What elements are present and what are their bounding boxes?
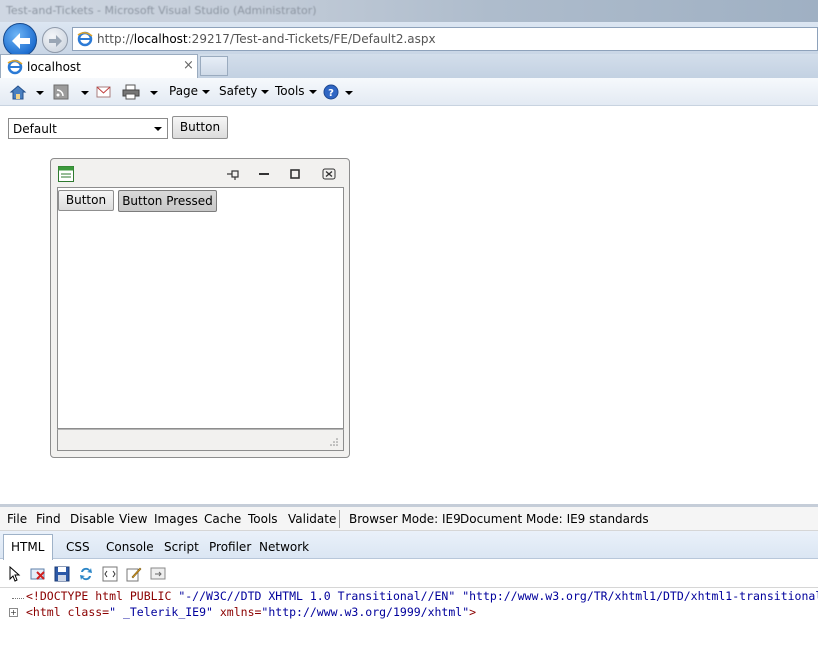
devtools-toolbar bbox=[0, 560, 818, 588]
safety-menu[interactable]: Safety bbox=[219, 84, 270, 98]
window-button[interactable]: Button bbox=[58, 190, 114, 211]
devtools-menu-validate[interactable]: Validate bbox=[288, 512, 336, 526]
page-menu[interactable]: Page bbox=[169, 84, 211, 98]
devtools-menu-find[interactable]: Find bbox=[36, 512, 61, 526]
window-content bbox=[57, 187, 344, 429]
page-button[interactable]: Button bbox=[172, 116, 228, 139]
tab-close-icon[interactable]: × bbox=[183, 58, 194, 73]
html-element-line[interactable]: <html class=" _Telerik_IE9" xmlns="http:… bbox=[26, 605, 476, 619]
doctype-line[interactable]: <!DOCTYPE html PUBLIC "-//W3C//DTD XHTML… bbox=[26, 589, 818, 603]
devtools-tab-css[interactable]: CSS bbox=[66, 540, 90, 554]
devtools-tab-html[interactable]: HTML bbox=[11, 540, 44, 554]
new-tab-button[interactable] bbox=[200, 56, 228, 76]
tools-menu[interactable]: Tools bbox=[275, 84, 317, 98]
window-button-pressed[interactable]: Button Pressed bbox=[118, 190, 217, 212]
devtools-menu-divider bbox=[339, 510, 340, 528]
window-status-bar bbox=[57, 429, 344, 451]
devtools-menu-file[interactable]: File bbox=[7, 512, 27, 526]
home-dropdown-caret[interactable] bbox=[36, 91, 44, 95]
devtools-tab-profiler[interactable]: Profiler bbox=[209, 540, 251, 554]
skin-select-value: Default bbox=[13, 122, 57, 136]
chevron-down-icon bbox=[154, 127, 162, 131]
window-icon bbox=[58, 166, 74, 182]
tree-connector bbox=[12, 598, 24, 599]
devtools-menu-images[interactable]: Images bbox=[154, 512, 198, 526]
pin-icon[interactable] bbox=[226, 168, 240, 180]
devtools-tab-console[interactable]: Console bbox=[106, 540, 154, 554]
skin-select[interactable]: Default bbox=[8, 118, 168, 139]
tab-localhost[interactable]: localhost × bbox=[0, 54, 198, 78]
read-mail-icon[interactable] bbox=[95, 84, 113, 100]
address-url[interactable]: http://localhost:29217/Test-and-Tickets/… bbox=[97, 32, 436, 46]
forward-arrow-icon bbox=[49, 35, 62, 47]
print-icon[interactable] bbox=[122, 84, 140, 100]
minimize-icon[interactable] bbox=[257, 168, 271, 180]
word-wrap-icon[interactable] bbox=[102, 566, 118, 582]
window-title: Test-and-Tickets - Microsoft Visual Stud… bbox=[6, 4, 317, 17]
home-icon[interactable] bbox=[9, 84, 27, 100]
devtools-menu-disable[interactable]: Disable bbox=[70, 512, 115, 526]
help-icon[interactable]: ? bbox=[323, 84, 341, 100]
feed-dropdown-caret[interactable] bbox=[81, 91, 89, 95]
forward-button[interactable] bbox=[42, 27, 68, 53]
dom-view-icon[interactable] bbox=[150, 566, 166, 582]
edit-icon[interactable] bbox=[126, 566, 142, 582]
browser-mode-selector[interactable]: Browser Mode: IE9 bbox=[349, 512, 461, 526]
select-element-cursor-icon[interactable] bbox=[7, 566, 23, 582]
refresh-icon[interactable] bbox=[78, 566, 94, 582]
address-bar[interactable]: http://localhost:29217/Test-and-Tickets/… bbox=[72, 27, 818, 51]
ie-page-icon bbox=[77, 31, 93, 47]
clear-browser-icon[interactable] bbox=[30, 566, 46, 582]
devtools-menu-cache[interactable]: Cache bbox=[204, 512, 241, 526]
devtools-menu-tools[interactable]: Tools bbox=[248, 512, 278, 526]
print-dropdown-caret[interactable] bbox=[150, 91, 158, 95]
resize-grip-icon[interactable] bbox=[329, 437, 339, 447]
maximize-icon[interactable] bbox=[288, 168, 302, 180]
devtools-tab-network[interactable]: Network bbox=[259, 540, 309, 554]
ie-tab-icon bbox=[7, 59, 23, 75]
document-mode-selector[interactable]: Document Mode: IE9 standards bbox=[460, 512, 649, 526]
back-arrow-icon bbox=[12, 33, 30, 49]
devtools-menu-view[interactable]: View bbox=[119, 512, 147, 526]
rss-feed-icon[interactable] bbox=[53, 84, 71, 100]
save-icon[interactable] bbox=[54, 566, 70, 582]
svg-text:?: ? bbox=[328, 88, 334, 99]
tab-label: localhost bbox=[27, 60, 81, 74]
close-icon[interactable] bbox=[322, 168, 336, 180]
back-button[interactable] bbox=[3, 23, 37, 57]
expand-node-icon[interactable]: + bbox=[9, 608, 18, 617]
window-title-bar: Test-and-Tickets - Microsoft Visual Stud… bbox=[0, 0, 818, 24]
html-source-tree: <!DOCTYPE html PUBLIC "-//W3C//DTD XHTML… bbox=[0, 588, 818, 647]
help-dropdown-caret[interactable] bbox=[345, 91, 353, 95]
devtools-tab-script[interactable]: Script bbox=[164, 540, 199, 554]
